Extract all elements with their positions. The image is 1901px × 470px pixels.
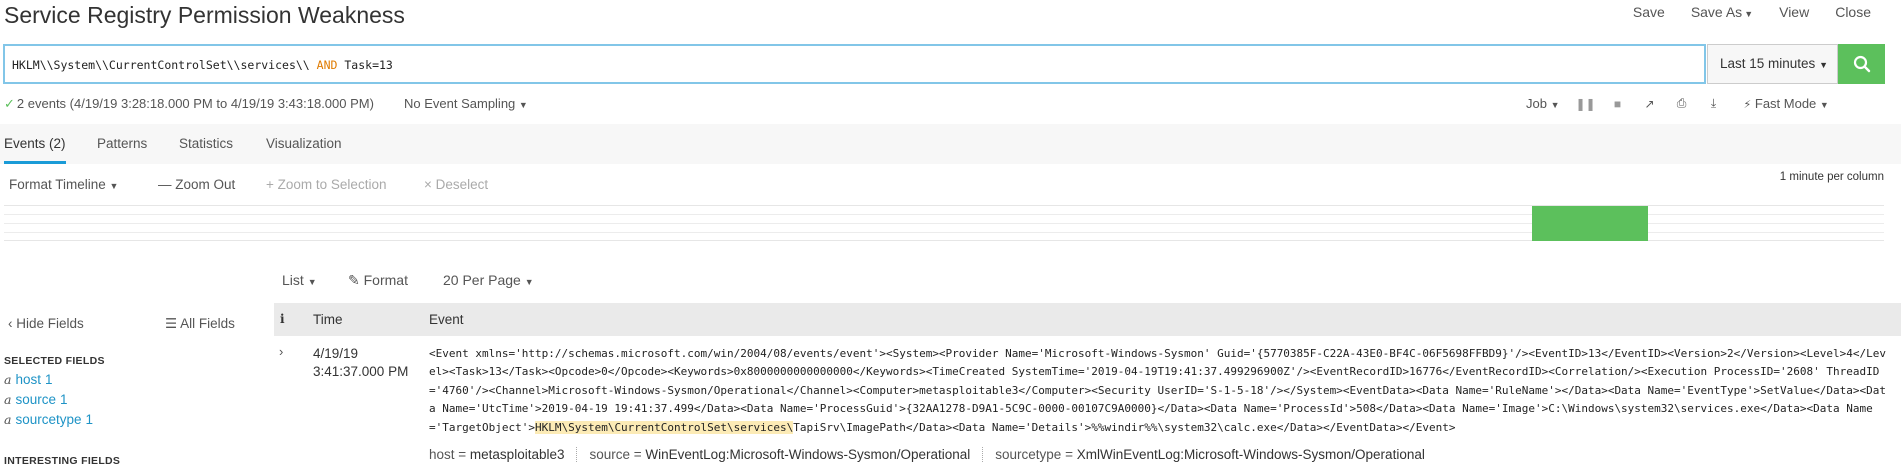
x-icon: × (424, 177, 432, 192)
per-page-dropdown[interactable]: 20 Per Page ▼ (443, 272, 534, 288)
page-title: Service Registry Permission Weakness (4, 2, 405, 28)
time-range-picker[interactable]: Last 15 minutes ▼ (1707, 44, 1838, 84)
format-button[interactable]: ✎ Format (348, 272, 408, 289)
job-dropdown[interactable]: Job ▼ (1526, 96, 1560, 111)
export-icon[interactable]: ⤓ (1698, 96, 1730, 111)
caret-down-icon: ▼ (1550, 100, 1560, 110)
field-sourcetype[interactable]: a sourcetype 1 (4, 412, 93, 427)
info-icon: i (280, 312, 285, 326)
list-view-dropdown[interactable]: List ▼ (282, 272, 317, 288)
fields-sidebar: ‹ Hide Fields ☰ All Fields SELECTED FIEL… (0, 303, 274, 470)
selected-fields-heading: SELECTED FIELDS (4, 355, 105, 367)
interesting-fields-heading: INTERESTING FIELDS (4, 455, 121, 467)
event-column-header: Event (429, 312, 464, 327)
timeline-scale-label: 1 minute per column (1779, 171, 1884, 183)
field-host[interactable]: a host 1 (4, 372, 53, 387)
caret-down-icon: ▼ (1744, 9, 1754, 19)
top-actions: Save Save As ▼ View Close (1633, 4, 1901, 20)
search-button[interactable] (1838, 44, 1885, 84)
string-type-icon: a (4, 372, 12, 387)
meta-host[interactable]: host = metasploitable3 (429, 447, 578, 462)
events-table-header: i Time Event (274, 303, 1901, 336)
caret-down-icon: ▼ (524, 277, 534, 287)
caret-down-icon: ▼ (518, 100, 528, 110)
search-icon (1853, 55, 1870, 73)
job-controls: Job ▼ ❚❚ ■ ↗ ⎙ ⤓ ⚡ Fast Mode ▼ (1526, 96, 1829, 111)
search-input[interactable]: HKLM\\System\\CurrentControlSet\\service… (3, 44, 1706, 84)
search-term-highlight[interactable]: HKLM\System\CurrentControlSet\services\ (534, 420, 794, 434)
timeline-chart[interactable] (4, 205, 1884, 241)
close-button[interactable]: Close (1835, 4, 1871, 20)
search-mode-dropdown[interactable]: ⚡ Fast Mode ▼ (1744, 96, 1829, 111)
timeline-bar[interactable] (1532, 206, 1648, 241)
deselect-button[interactable]: × Deselect (424, 177, 488, 192)
save-as-button[interactable]: Save As ▼ (1691, 4, 1753, 20)
share-icon[interactable]: ↗ (1634, 97, 1666, 111)
event-time: 4/19/19 3:41:37.000 PM (313, 346, 409, 379)
stop-icon[interactable]: ■ (1602, 97, 1634, 111)
time-column-header[interactable]: Time (313, 312, 343, 327)
search-status: ✓ 2 events (4/19/19 3:28:18.000 PM to 4/1… (4, 96, 374, 111)
check-icon: ✓ (4, 96, 15, 111)
view-button[interactable]: View (1779, 4, 1809, 20)
plus-icon: + (266, 177, 274, 192)
zoom-out-button[interactable]: — Zoom Out (158, 177, 235, 192)
string-type-icon: a (4, 392, 12, 407)
meta-source[interactable]: source = WinEventLog:Microsoft-Windows-S… (589, 447, 984, 462)
event-raw-text: <Event xmlns='http://schemas.microsoft.c… (429, 347, 1886, 434)
tab-statistics[interactable]: Statistics (179, 136, 233, 151)
lightning-icon: ⚡ (1743, 99, 1752, 111)
caret-down-icon: ▼ (109, 181, 119, 191)
tabs-bar: Events (2) Patterns Statistics Visualiza… (0, 124, 1901, 164)
event-sampling-dropdown[interactable]: No Event Sampling ▼ (404, 96, 528, 111)
pencil-icon: ✎ (348, 272, 360, 288)
pause-icon[interactable]: ❚❚ (1570, 97, 1602, 111)
save-button[interactable]: Save (1633, 4, 1665, 20)
zoom-to-selection-button[interactable]: + Zoom to Selection (266, 177, 386, 192)
query-keyword: AND (316, 58, 338, 72)
string-type-icon: a (4, 412, 12, 427)
field-source[interactable]: a source 1 (4, 392, 68, 407)
caret-down-icon: ▼ (307, 277, 317, 287)
meta-sourcetype[interactable]: sourcetype = XmlWinEventLog:Microsoft-Wi… (995, 447, 1437, 462)
caret-down-icon: ▼ (1819, 100, 1829, 110)
chevron-left-icon: ‹ (8, 316, 13, 331)
caret-down-icon: ▼ (1819, 60, 1828, 70)
minus-icon: — (158, 177, 172, 192)
format-timeline-dropdown[interactable]: Format Timeline ▼ (9, 177, 118, 192)
list-icon: ☰ (165, 316, 178, 331)
tab-events[interactable]: Events (2) (4, 136, 66, 164)
all-fields-button[interactable]: ☰ All Fields (165, 316, 235, 332)
table-row: › 4/19/19 3:41:37.000 PM <Event xmlns='h… (274, 336, 1901, 470)
tab-visualization[interactable]: Visualization (266, 136, 342, 151)
expand-chevron-icon[interactable]: › (279, 344, 283, 359)
print-icon[interactable]: ⎙ (1666, 96, 1698, 111)
hide-fields-button[interactable]: ‹ Hide Fields (8, 316, 84, 331)
tab-patterns[interactable]: Patterns (97, 136, 147, 151)
event-meta-fields: host = metasploitable3 source = WinEvent… (429, 447, 1449, 462)
